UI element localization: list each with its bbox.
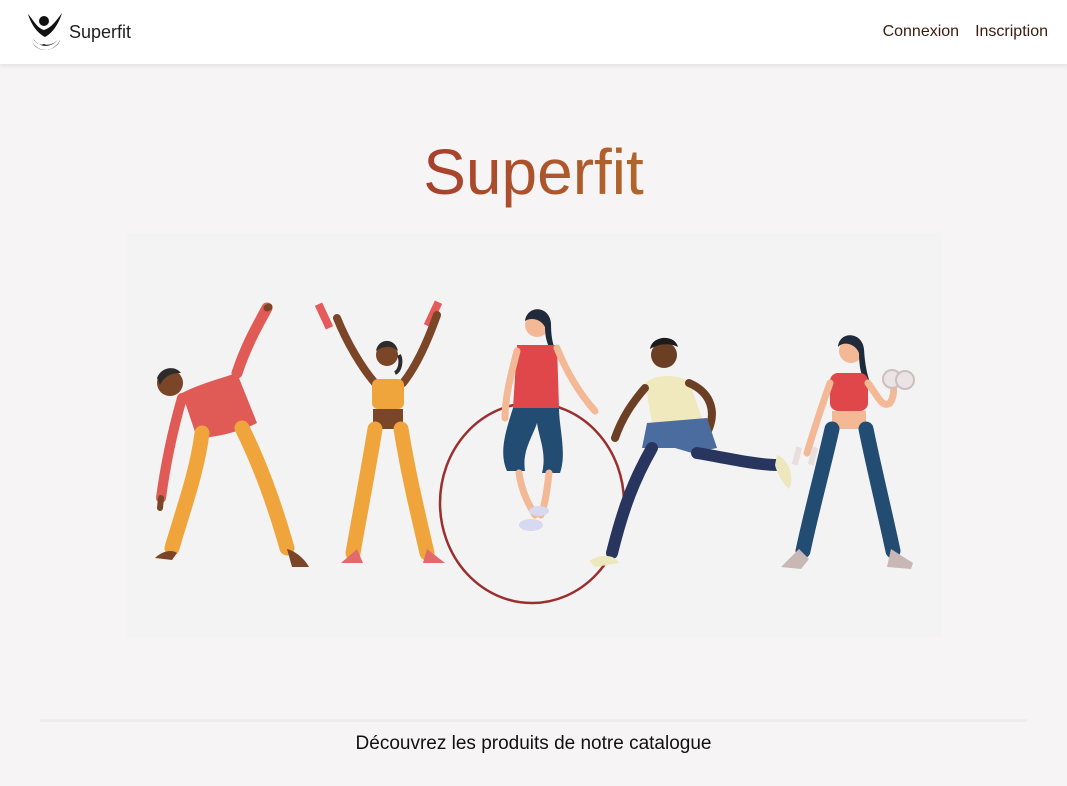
brand-link[interactable]: Superfit xyxy=(26,11,131,53)
brand-name: Superfit xyxy=(69,21,132,42)
login-link[interactable]: Connexion xyxy=(883,23,960,41)
signup-link[interactable]: Inscription xyxy=(975,23,1048,41)
catalog-text: Découvrez les produits de notre catalogu… xyxy=(355,733,712,754)
section-divider xyxy=(40,719,1027,722)
nav-links: Connexion Inscription xyxy=(867,23,1048,41)
stretching-man-figure xyxy=(155,302,309,567)
fitness-people-illustration xyxy=(155,300,915,605)
superfit-logo-icon xyxy=(28,13,62,50)
hero-title: Superfit xyxy=(0,132,1067,212)
running-man-figure xyxy=(589,337,792,567)
fitness-illustration xyxy=(127,233,941,638)
navbar: Superfit Connexion Inscription xyxy=(0,0,1067,64)
curl-woman-figure xyxy=(781,335,915,569)
hero-section: Superfit Découvrez les produits de notre… xyxy=(0,64,1067,786)
dumbbell-woman-figure xyxy=(314,300,445,563)
